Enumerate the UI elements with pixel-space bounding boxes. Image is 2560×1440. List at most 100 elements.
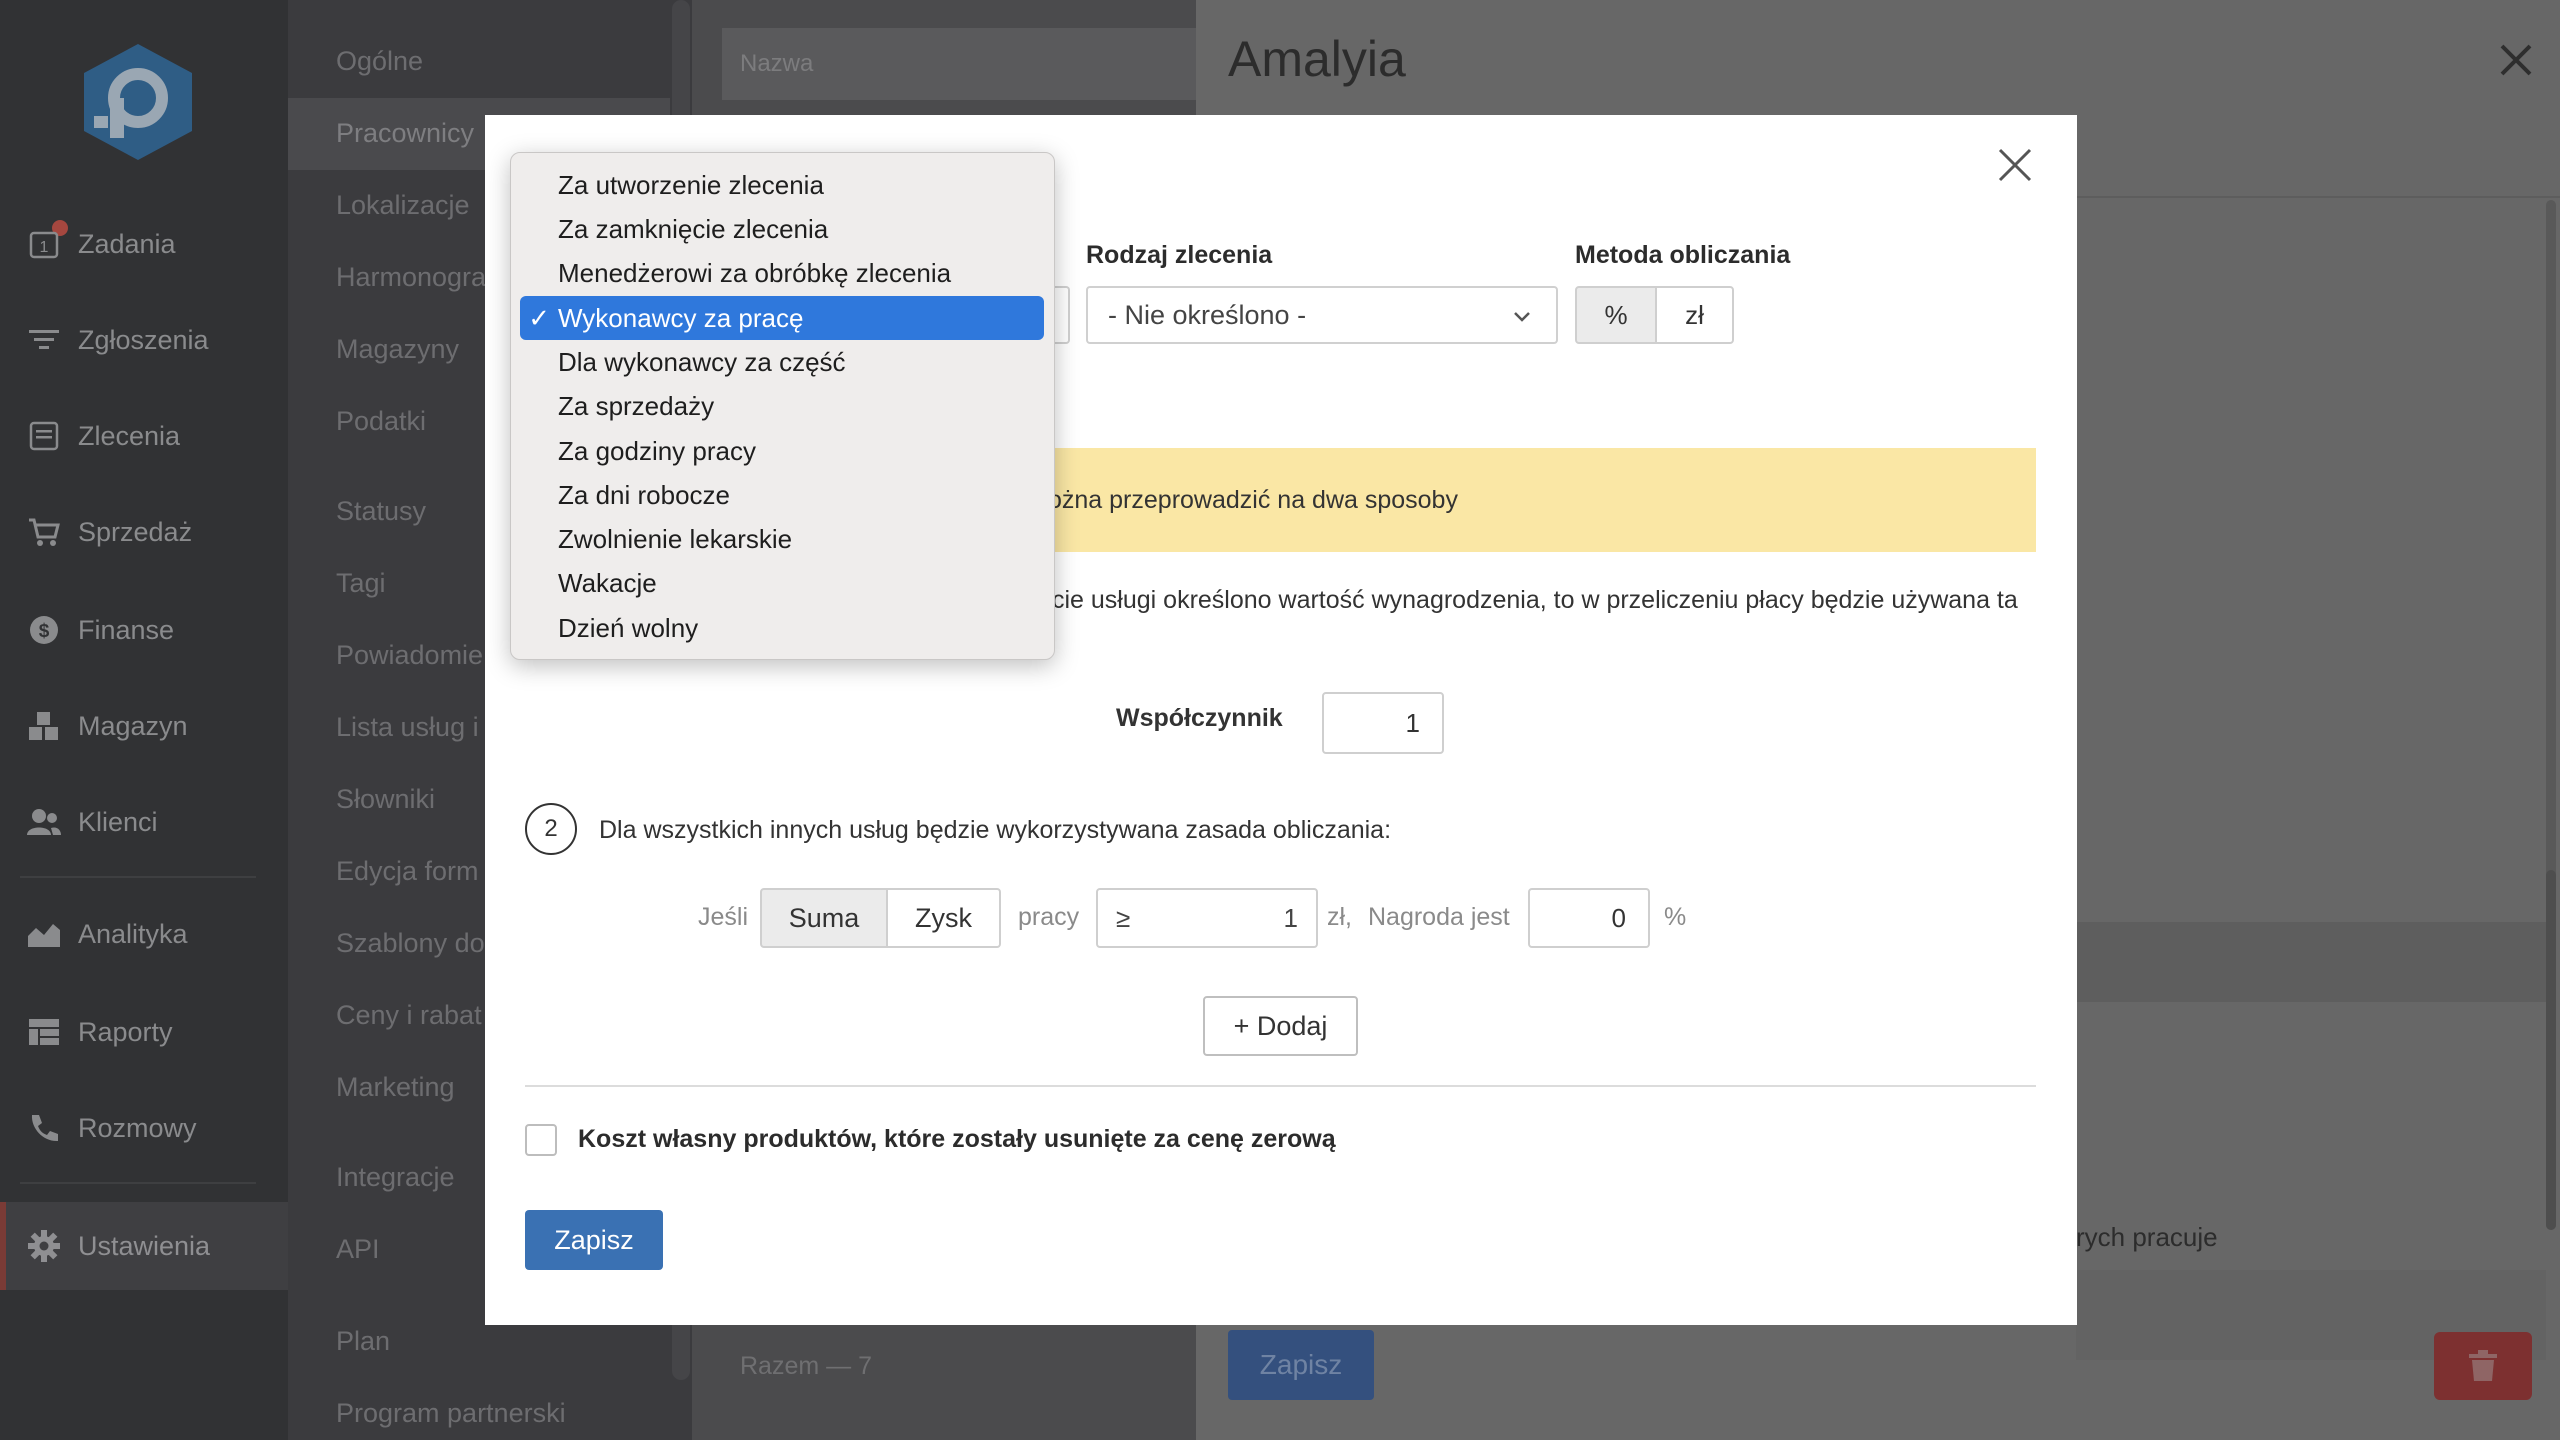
method-currency-button[interactable]: zł xyxy=(1655,286,1734,344)
trash-icon xyxy=(2469,1350,2497,1381)
basis-sum-button[interactable]: Suma xyxy=(760,888,888,948)
dropdown-option[interactable]: Dla wykonawcy za część xyxy=(520,340,1044,384)
dropdown-option[interactable]: Za godziny pracy xyxy=(520,429,1044,473)
gte-symbol: ≥ xyxy=(1116,902,1131,933)
chevron-down-icon xyxy=(1514,312,1530,322)
table-icon xyxy=(26,1014,62,1050)
order-type-label: Rodzaj zlecenia xyxy=(1086,241,1273,269)
coefficient-input[interactable]: 1 xyxy=(1322,692,1444,754)
submenu-item-service-list[interactable]: Lista usług i xyxy=(336,712,479,743)
phone-icon xyxy=(26,1110,62,1146)
submenu-item-statuses[interactable]: Statusy xyxy=(336,496,426,527)
logo-icon[interactable] xyxy=(80,40,196,164)
boxes-icon xyxy=(26,708,62,744)
detail-partial-text: rych pracuje xyxy=(2076,1222,2218,1252)
detail-row xyxy=(2076,922,2546,1002)
close-icon[interactable] xyxy=(1996,146,2034,184)
rule-description: cie usługi określono wartość wynagrodzen… xyxy=(1052,586,2018,614)
modal-divider xyxy=(525,1085,2036,1087)
coefficient-label: Współczynnik xyxy=(1116,704,1283,732)
submenu-item-plan[interactable]: Plan xyxy=(336,1326,390,1357)
option-label: Dla wykonawcy za część xyxy=(558,346,846,377)
zero-price-cost-label[interactable]: Koszt własny produktów, które zostały us… xyxy=(578,1125,1336,1154)
nav-item-analytics[interactable]: Analityka xyxy=(0,894,288,974)
dropdown-option[interactable]: Za dni robocze xyxy=(520,473,1044,517)
submenu-item-schedule[interactable]: Harmonogra xyxy=(336,262,486,293)
submenu-item-form-editing[interactable]: Edycja form xyxy=(336,856,479,887)
zero-price-cost-checkbox[interactable] xyxy=(525,1124,557,1156)
nav-item-warehouse[interactable]: Magazyn xyxy=(0,686,288,766)
dropdown-option[interactable]: Menedżerowi za obróbkę zlecenia xyxy=(520,251,1044,295)
tasks-icon: 1 xyxy=(26,226,62,262)
submenu-item-api[interactable]: API xyxy=(336,1234,380,1265)
order-type-value: - Nie określono - xyxy=(1108,299,1307,330)
reward-label: Nagroda jest xyxy=(1368,903,1510,931)
nav-label: Analityka xyxy=(78,918,188,949)
name-column-header[interactable]: Nazwa xyxy=(722,28,1196,100)
work-label: pracy xyxy=(1018,903,1080,931)
dropdown-option[interactable]: Wakacje xyxy=(520,561,1044,605)
basis-profit-button[interactable]: Zysk xyxy=(886,888,1001,948)
threshold-input[interactable]: ≥ 1 xyxy=(1096,888,1318,948)
dropdown-option[interactable]: Za sprzedaży xyxy=(520,384,1044,428)
submenu-item-marketing[interactable]: Marketing xyxy=(336,1072,455,1103)
if-label: Jeśli xyxy=(698,903,749,931)
nav-item-requests[interactable]: Zgłoszenia xyxy=(0,300,288,380)
submenu-item-prices[interactable]: Ceny i rabat xyxy=(336,1000,482,1031)
nav-label: Zgłoszenia xyxy=(78,324,209,355)
order-type-select[interactable]: - Nie określono - xyxy=(1086,286,1558,344)
dropdown-option[interactable]: Dzień wolny xyxy=(520,606,1044,650)
save-button[interactable]: Zapisz xyxy=(525,1210,663,1270)
svg-text:$: $ xyxy=(39,621,50,642)
submenu-item-partner-program[interactable]: Program partnerski xyxy=(336,1398,566,1429)
dropdown-option[interactable]: Zwolnienie lekarskie xyxy=(520,517,1044,561)
detail-scrollbar-thumb[interactable] xyxy=(2546,870,2556,1230)
dropdown-option[interactable]: Za zamknięcie zlecenia xyxy=(520,207,1044,251)
close-icon[interactable] xyxy=(2496,40,2536,80)
option-label: Zwolnienie lekarskie xyxy=(558,523,793,554)
nav-item-finance[interactable]: $ Finanse xyxy=(0,590,288,670)
submenu-item-warehouses[interactable]: Magazyny xyxy=(336,334,459,365)
info-alert: ożna przeprowadzić na dwa sposoby xyxy=(1030,448,2036,552)
dollar-icon: $ xyxy=(26,612,62,648)
option-label: Dzień wolny xyxy=(558,612,699,643)
option-label: Za godziny pracy xyxy=(558,435,756,466)
filter-icon xyxy=(26,322,62,358)
nav-item-settings[interactable]: Ustawienia xyxy=(0,1202,288,1290)
dropdown-option[interactable]: Za utworzenie zlecenia xyxy=(520,163,1044,207)
submenu-item-locations[interactable]: Lokalizacje xyxy=(336,190,470,221)
chart-icon xyxy=(26,916,62,952)
submenu-item-taxes[interactable]: Podatki xyxy=(336,406,426,437)
nav-divider xyxy=(20,876,256,878)
nav-item-orders[interactable]: Zlecenia xyxy=(0,396,288,476)
method-percent-button[interactable]: % xyxy=(1575,286,1657,344)
nav-label: Zadania xyxy=(78,228,176,259)
nav-item-reports[interactable]: Raporty xyxy=(0,992,288,1072)
submenu-item-employees[interactable]: Pracownicy xyxy=(336,118,474,149)
option-label: Za dni robocze xyxy=(558,479,730,510)
nav-item-clients[interactable]: Klienci xyxy=(0,782,288,862)
nav-item-calls[interactable]: Rozmowy xyxy=(0,1088,288,1168)
nav-label: Finanse xyxy=(78,614,175,645)
submenu-item-integrations[interactable]: Integracje xyxy=(336,1162,455,1193)
dropdown-option-selected[interactable]: ✓ Wykonawcy za pracę xyxy=(520,296,1044,340)
delete-button[interactable] xyxy=(2434,1332,2532,1400)
employee-name-title: Amalyia xyxy=(1228,31,1406,87)
submenu-item-tags[interactable]: Tagi xyxy=(336,568,386,599)
reward-input[interactable]: 0 xyxy=(1528,888,1650,948)
add-rule-button[interactable]: + Dodaj xyxy=(1203,996,1358,1056)
detail-save-button[interactable]: Zapisz xyxy=(1228,1330,1374,1400)
check-icon: ✓ xyxy=(528,302,550,333)
active-indicator xyxy=(0,1202,6,1290)
submenu-item-dictionaries[interactable]: Słowniki xyxy=(336,784,435,815)
option-label: Za sprzedaży xyxy=(558,390,715,421)
nav-item-sales[interactable]: Sprzedaż xyxy=(0,492,288,572)
submenu-item-general[interactable]: Ogólne xyxy=(336,46,423,77)
submenu-item-notifications[interactable]: Powiadomie xyxy=(336,640,483,671)
option-label: Menedżerowi za obróbkę zlecenia xyxy=(558,257,952,288)
nav-item-tasks[interactable]: 1 Zadania xyxy=(0,204,288,284)
step-number: 2 xyxy=(525,803,577,855)
method-label: Metoda obliczania xyxy=(1575,241,1791,269)
submenu-item-templates[interactable]: Szablony do xyxy=(336,928,485,959)
option-label: Za utworzenie zlecenia xyxy=(558,169,824,200)
